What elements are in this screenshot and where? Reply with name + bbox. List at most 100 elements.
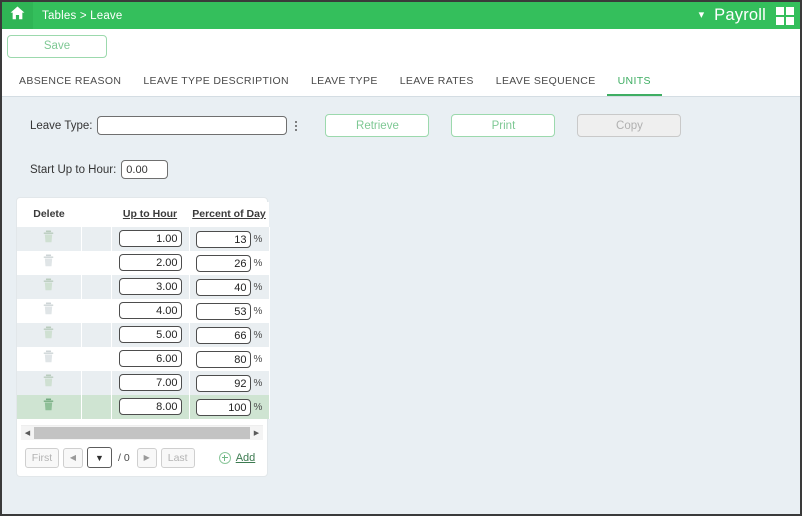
spacer-cell [81,323,112,347]
leave-type-row: Leave Type: Retrieve Print Copy [30,114,800,137]
delete-cell [17,227,82,251]
scrollbar-track[interactable] [34,427,250,439]
units-table: Delete Up to Hour Percent of Day 1.00 13… [17,202,270,419]
percent-of-day-cell: % [189,275,270,299]
percent-sign-label: % [253,306,263,318]
last-page-button[interactable]: Last [160,447,195,468]
up-to-hour-input[interactable] [118,398,182,416]
up-to-hour-input[interactable] [118,302,182,320]
column-header-delete-label: Delete [33,208,65,220]
trash-icon[interactable] [43,350,54,363]
table-row[interactable]: % [17,371,270,395]
action-toolbar: Save [2,29,800,64]
first-page-button[interactable]: First [25,447,59,468]
spacer-cell [81,299,112,323]
start-up-to-hour-row: Start Up to Hour: [30,160,800,179]
column-header-delete: Delete [17,202,81,227]
print-button[interactable]: Print [451,114,556,137]
up-to-hour-cell [111,347,190,371]
vertical-ellipsis-icon[interactable] [289,120,303,131]
tab-leave-rates[interactable]: LEAVE RATES [389,75,485,96]
percent-of-day-cell: % [189,227,270,251]
up-to-hour-cell [111,227,190,251]
column-header-up-to-hour[interactable]: Up to Hour [111,202,189,227]
trash-icon[interactable] [43,302,54,315]
percent-of-day-cell: % [189,395,270,419]
column-header-up-to-hour-label[interactable]: Up to Hour [123,208,177,220]
trash-icon[interactable] [43,374,54,387]
up-to-hour-cell [111,371,190,395]
percent-of-day-input[interactable] [195,327,251,345]
percent-sign-label: % [253,282,263,294]
trash-icon[interactable] [43,278,54,291]
percent-of-day-input[interactable] [195,279,251,297]
scroll-left-arrow-icon[interactable]: ◀ [21,427,34,440]
delete-cell [17,251,82,275]
spacer-cell [81,227,112,251]
copy-button: Copy [577,114,682,137]
up-to-hour-input[interactable] [118,326,182,344]
scroll-right-arrow-icon[interactable]: ▶ [250,427,263,440]
column-header-percent-of-day-label[interactable]: Percent of Day [192,208,266,220]
table-row-selected[interactable]: % [17,395,270,419]
tab-leave-type[interactable]: LEAVE TYPE [300,75,389,96]
table-row[interactable]: % [17,275,270,299]
table-row[interactable]: % [17,299,270,323]
percent-of-day-input[interactable] [195,399,251,417]
percent-sign-label: % [253,402,263,414]
home-button[interactable] [2,2,33,29]
percent-of-day-input[interactable] [195,351,251,369]
plus-circle-icon [218,451,231,464]
tab-units[interactable]: UNITS [606,75,662,96]
save-button[interactable]: Save [7,34,107,58]
top-bar-right-group: ▾ Payroll [699,2,800,29]
table-row[interactable]: % [17,227,270,251]
horizontal-scrollbar[interactable]: ◀ ▶ [21,425,263,440]
up-to-hour-input[interactable] [118,374,182,392]
home-icon [10,6,25,25]
delete-cell [17,323,82,347]
trash-icon[interactable] [43,230,54,243]
up-to-hour-input[interactable] [118,278,182,296]
chevron-down-icon[interactable]: ▾ [699,10,705,21]
percent-of-day-input[interactable] [195,303,251,321]
trash-icon[interactable] [43,254,54,267]
table-body: % [17,227,270,419]
delete-cell [17,347,82,371]
units-grid-panel: Delete Up to Hour Percent of Day 1.00 13… [16,197,270,477]
breadcrumb[interactable]: Tables > Leave [42,10,122,22]
table-row[interactable]: % [17,251,270,275]
percent-of-day-input[interactable] [195,375,251,393]
trash-icon[interactable] [43,326,54,339]
chevron-down-icon: ▼ [95,452,104,463]
up-to-hour-cell [111,323,190,347]
tab-leave-type-description[interactable]: LEAVE TYPE DESCRIPTION [132,75,300,96]
retrieve-button[interactable]: Retrieve [325,114,430,137]
spacer-cell [81,347,112,371]
scrollbar-thumb[interactable] [34,427,250,439]
delete-cell [17,395,82,419]
add-row-button[interactable]: Add [218,451,255,464]
trash-icon[interactable] [43,398,54,411]
column-header-percent-of-day[interactable]: Percent of Day [189,202,269,227]
percent-of-day-input[interactable] [195,231,251,249]
next-page-button[interactable]: ▶ [136,447,157,468]
leave-type-input[interactable] [97,116,288,135]
spacer-cell [81,395,112,419]
grid-apps-icon[interactable] [776,6,794,25]
tab-absence-reason[interactable]: ABSENCE REASON [19,75,132,96]
percent-of-day-input[interactable] [195,255,251,273]
percent-of-day-cell: % [189,299,270,323]
tab-leave-sequence[interactable]: LEAVE SEQUENCE [485,75,607,96]
app-name-label: Payroll [714,6,766,24]
leave-type-label: Leave Type: [30,119,93,132]
up-to-hour-input[interactable] [118,350,182,368]
tab-bar: ABSENCE REASON LEAVE TYPE DESCRIPTION LE… [2,64,800,97]
table-row[interactable]: % [17,323,270,347]
up-to-hour-input[interactable] [118,230,182,248]
table-row[interactable]: % [17,347,270,371]
up-to-hour-input[interactable] [118,254,182,272]
start-up-to-hour-input[interactable] [121,160,169,179]
prev-page-button[interactable]: ◀ [63,447,83,468]
page-number-select[interactable]: ▼ [87,447,112,468]
